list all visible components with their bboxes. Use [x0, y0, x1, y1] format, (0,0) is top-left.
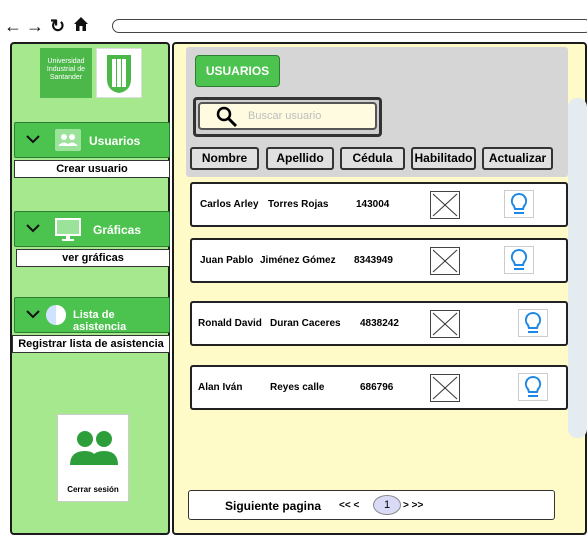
users-icon [68, 429, 120, 474]
lightbulb-icon[interactable] [504, 246, 534, 274]
lightbulb-icon[interactable] [518, 309, 548, 337]
scrollbar[interactable] [568, 98, 587, 438]
table-row: Alan Iván Reyes calle 686796 [190, 365, 568, 410]
chevron-down-icon [26, 310, 40, 319]
cell-apellido: Reyes calle [270, 382, 325, 393]
prev-page-arrows[interactable]: << < [339, 500, 359, 511]
cell-nombre: Ronald David [198, 318, 262, 329]
current-page-indicator[interactable]: 1 [373, 495, 401, 515]
cell-apellido: Duran Caceres [270, 318, 341, 329]
chevron-down-icon [26, 135, 40, 144]
browser-toolbar: ← → ↻ [0, 0, 587, 40]
next-page-link[interactable]: Siguiente pagina [225, 499, 321, 513]
users-button[interactable]: USUARIOS [195, 55, 280, 87]
sidebar-section-usuarios[interactable]: Usuarios [14, 122, 170, 158]
cell-cedula: 4838242 [360, 318, 399, 329]
column-header-nombre[interactable]: Nombre [190, 147, 259, 170]
register-attendance-button[interactable]: Registrar lista de asistencia [12, 335, 170, 353]
view-charts-button[interactable]: ver gráficas [16, 249, 170, 267]
home-icon[interactable] [73, 16, 89, 36]
cell-cedula: 8343949 [354, 255, 393, 266]
enabled-checkbox[interactable] [430, 191, 460, 219]
column-header-apellido[interactable]: Apellido [266, 147, 334, 170]
table-row: Carlos Arley Torres Rojas 143004 [190, 182, 568, 227]
search-icon[interactable] [216, 106, 238, 133]
next-page-arrows[interactable]: > >> [403, 500, 423, 511]
logout-button[interactable]: Cerrar sesión [57, 414, 129, 502]
monitor-icon [55, 218, 81, 245]
search-input[interactable] [248, 108, 368, 124]
create-user-button[interactable]: Crear usuario [14, 160, 170, 178]
logout-label: Cerrar sesión [67, 485, 119, 494]
lightbulb-icon[interactable] [518, 373, 548, 401]
enabled-checkbox[interactable] [430, 374, 460, 402]
sidebar-section-asistencia[interactable]: Lista de asistencia [14, 297, 170, 333]
cell-cedula: 143004 [356, 199, 390, 210]
table-row: Ronald David Duran Caceres 4838242 [190, 301, 568, 346]
university-logo: Universidad Industrial de Santander [40, 48, 92, 98]
cell-apellido: Jiménez Gómez [260, 255, 336, 266]
table-row: Juan Pablo Jiménez Gómez 8343949 [190, 238, 568, 283]
column-header-cedula[interactable]: Cédula [340, 147, 405, 170]
column-header-habilitado[interactable]: Habilitado [411, 147, 476, 170]
pagination: Siguiente pagina << < 1 > >> [188, 490, 555, 520]
reload-icon[interactable]: ↻ [50, 16, 65, 36]
pie-chart-icon [45, 304, 67, 329]
address-bar[interactable] [112, 19, 587, 33]
sidebar-section-label: Usuarios [89, 134, 141, 148]
cell-cedula: 686796 [360, 382, 394, 393]
sidebar-section-label: Gráficas [93, 223, 142, 237]
lightbulb-icon[interactable] [504, 190, 534, 218]
cell-nombre: Alan Iván [198, 382, 243, 393]
sidebar-section-graficas[interactable]: Gráficas [14, 211, 170, 247]
university-seal-icon [96, 48, 142, 98]
column-header-actualizar[interactable]: Actualizar [482, 147, 553, 170]
cell-apellido: Torres Rojas [268, 199, 329, 210]
enabled-checkbox[interactable] [430, 247, 460, 275]
cell-nombre: Juan Pablo [200, 255, 254, 266]
chevron-down-icon [26, 224, 40, 233]
sidebar-section-label: Lista de asistencia [73, 309, 127, 333]
users-icon [55, 129, 81, 154]
arrow-left-icon[interactable]: ← [4, 16, 22, 36]
cell-nombre: Carlos Arley [200, 199, 259, 210]
enabled-checkbox[interactable] [430, 310, 460, 338]
arrow-right-icon[interactable]: → [26, 16, 44, 36]
